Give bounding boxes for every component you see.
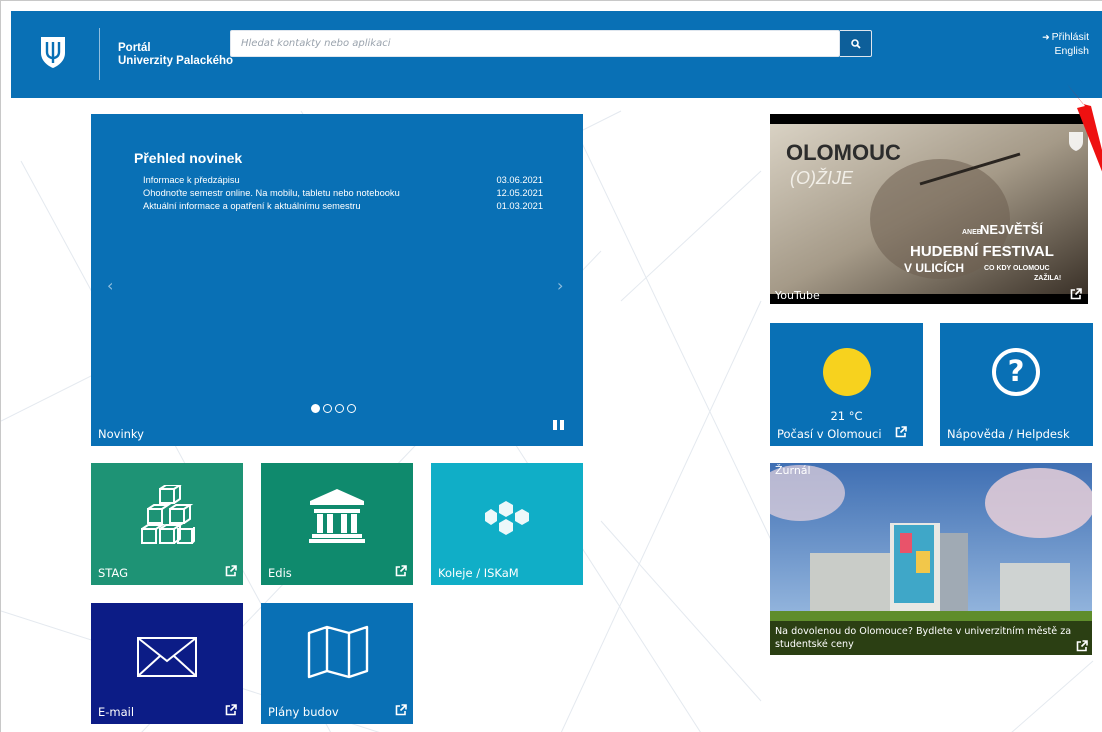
envelope-icon bbox=[137, 637, 197, 677]
red-arrow-annotation bbox=[1067, 84, 1102, 172]
carousel-dot[interactable] bbox=[311, 404, 320, 413]
search-input[interactable] bbox=[231, 31, 839, 56]
plany-budov-label: Plány budov bbox=[268, 705, 339, 719]
stag-tile[interactable]: STAG bbox=[91, 463, 243, 585]
koleje-label: Koleje / ISKaM bbox=[438, 566, 519, 580]
zurnal-tile[interactable]: Žurnál Na dovolenou do Olomouce? Bydlete… bbox=[770, 463, 1092, 655]
carousel-dot[interactable] bbox=[347, 404, 356, 413]
video-text-olomouc: OLOMOUC bbox=[786, 140, 901, 165]
news-item[interactable]: Ohodnoťte semestr online. Na mobilu, tab… bbox=[143, 187, 543, 200]
portal-title-line2: Univerzity Palackého bbox=[118, 55, 234, 67]
youtube-label: YouTube bbox=[775, 289, 820, 302]
video-text-zije: (O)ŽIJE bbox=[790, 168, 854, 188]
video-text-co-kdy: CO KDY OLOMOUC bbox=[984, 265, 1050, 272]
video-text-zazila: ZAŽILA! bbox=[1034, 273, 1061, 282]
news-list: Informace k předzápisu 03.06.2021 Ohodno… bbox=[143, 174, 543, 213]
pause-icon[interactable] bbox=[553, 420, 564, 430]
news-item-title: Aktuální informace a opatření k aktuální… bbox=[143, 201, 361, 211]
external-link-icon bbox=[395, 704, 407, 716]
weather-label: Počasí v Olomouci bbox=[777, 427, 882, 441]
carousel-dot[interactable] bbox=[335, 404, 344, 413]
cubes-icon bbox=[141, 485, 195, 544]
news-item-title: Ohodnoťte semestr online. Na mobilu, tab… bbox=[143, 188, 400, 198]
carousel-dots bbox=[311, 404, 356, 413]
carousel-prev-button[interactable]: ‹ bbox=[107, 276, 113, 295]
edis-tile[interactable]: Edis bbox=[261, 463, 413, 585]
page-frame: Portál Univerzity Palackého ➜Přihlásit E… bbox=[0, 0, 1102, 732]
news-heading: Přehled novinek bbox=[134, 150, 243, 166]
weather-tile[interactable]: 21 °C Počasí v Olomouci bbox=[770, 323, 923, 446]
zurnal-tag: Žurnál bbox=[775, 464, 811, 477]
weather-temperature: 21 °C bbox=[830, 409, 863, 423]
video-thumbnail: OLOMOUC (O)ŽIJE ANEB NEJVĚTŠÍ HUDEBNÍ FE… bbox=[770, 124, 1088, 294]
news-item-date: 01.03.2021 bbox=[496, 201, 543, 211]
login-link[interactable]: ➜ Přihlásit bbox=[1042, 30, 1089, 44]
external-link-icon bbox=[225, 704, 237, 716]
news-item[interactable]: Informace k předzápisu 03.06.2021 bbox=[143, 174, 543, 187]
video-text-aneb: ANEB bbox=[962, 229, 982, 236]
video-text-festival: HUDEBNÍ FESTIVAL bbox=[910, 243, 1054, 260]
search-button[interactable] bbox=[840, 30, 872, 57]
news-tile-label[interactable]: Novinky bbox=[98, 427, 144, 441]
login-icon: ➜ bbox=[1042, 32, 1050, 42]
header-divider bbox=[99, 28, 100, 80]
external-link-icon bbox=[1076, 640, 1088, 652]
external-link-icon bbox=[225, 565, 237, 577]
plany-budov-tile[interactable]: Plány budov bbox=[261, 603, 413, 724]
external-link-icon bbox=[395, 565, 407, 577]
carousel-dot[interactable] bbox=[323, 404, 332, 413]
news-item-title: Informace k předzápisu bbox=[143, 175, 240, 185]
koleje-tile[interactable]: Koleje / ISKaM bbox=[431, 463, 583, 585]
stag-label: STAG bbox=[98, 566, 129, 580]
map-icon bbox=[307, 625, 369, 679]
question-icon: ? bbox=[992, 348, 1040, 396]
external-link-icon bbox=[1070, 288, 1082, 300]
zurnal-caption: Na dovolenou do Olomouce? Bydlete v univ… bbox=[770, 621, 1092, 655]
search-icon bbox=[850, 38, 861, 49]
sun-icon bbox=[823, 348, 871, 396]
video-text-nejvetsi: NEJVĚTŠÍ bbox=[980, 222, 1043, 237]
carousel-next-button[interactable]: › bbox=[557, 276, 563, 295]
portal-title[interactable]: Portál Univerzity Palackého bbox=[118, 42, 233, 68]
news-item-date: 03.06.2021 bbox=[496, 175, 543, 185]
hexagons-icon bbox=[485, 501, 529, 535]
email-tile[interactable]: E-mail bbox=[91, 603, 243, 724]
email-label: E-mail bbox=[98, 705, 135, 719]
youtube-video-tile[interactable]: OLOMOUC (O)ŽIJE ANEB NEJVĚTŠÍ HUDEBNÍ FE… bbox=[770, 114, 1088, 304]
edis-label: Edis bbox=[268, 566, 292, 580]
news-carousel: Přehled novinek Informace k předzápisu 0… bbox=[91, 114, 583, 446]
language-link[interactable]: English bbox=[1042, 44, 1089, 58]
news-item-date: 12.05.2021 bbox=[496, 188, 543, 198]
header-user-links: ➜ Přihlásit English bbox=[1042, 30, 1089, 58]
zurnal-caption-text: Na dovolenou do Olomouce? Bydlete v univ… bbox=[775, 626, 1072, 650]
helpdesk-label: Nápověda / Helpdesk bbox=[947, 427, 1070, 441]
news-item[interactable]: Aktuální informace a opatření k aktuální… bbox=[143, 200, 543, 213]
login-label: Přihlásit bbox=[1051, 31, 1089, 43]
search-box bbox=[230, 30, 840, 57]
museum-icon bbox=[309, 489, 365, 543]
external-link-icon bbox=[895, 426, 907, 438]
up-logo-icon[interactable] bbox=[39, 35, 67, 69]
helpdesk-tile[interactable]: ? Nápověda / Helpdesk bbox=[940, 323, 1093, 446]
video-text-ulicich: V ULICÍCH bbox=[904, 260, 964, 275]
portal-title-line1: Portál bbox=[118, 42, 151, 54]
